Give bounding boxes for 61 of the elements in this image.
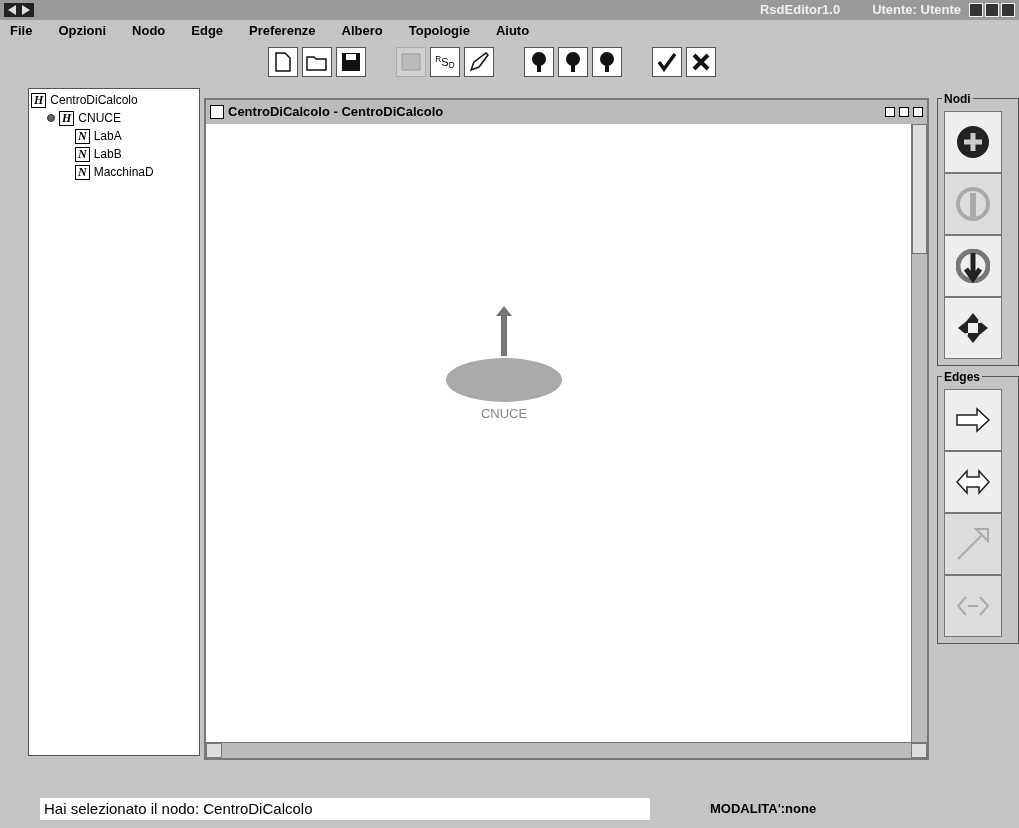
node-drawing[interactable] <box>444 304 564 404</box>
tool-button[interactable] <box>944 297 1002 359</box>
double-arrow-icon <box>955 469 991 495</box>
menu-item[interactable]: Nodo <box>132 21 166 41</box>
menu-item[interactable]: Aiuto <box>495 21 530 41</box>
cross-arrows-icon <box>956 311 990 345</box>
toolbar-button[interactable] <box>686 47 716 77</box>
right-arrow-icon <box>955 407 991 433</box>
menu-item[interactable]: Topologie <box>408 21 470 41</box>
tree-item[interactable]: MacchinaD <box>93 163 154 181</box>
node-type-icon: N <box>75 146 90 162</box>
expand-handle-icon[interactable] <box>47 114 55 122</box>
node-type-icon: N <box>75 164 90 180</box>
grid-icon <box>401 53 421 71</box>
tool-button[interactable] <box>944 451 1002 513</box>
toolbar-button[interactable] <box>464 47 494 77</box>
toolbar-button[interactable] <box>302 47 332 77</box>
menu-item[interactable]: Preferenze <box>249 21 316 41</box>
node-type-icon: N <box>75 128 90 144</box>
node-type-icon: H <box>59 110 75 126</box>
menu-item[interactable]: Edge <box>191 21 224 41</box>
pen-icon <box>468 51 490 73</box>
toolbar-button[interactable] <box>336 47 366 77</box>
toolbar-button[interactable] <box>592 47 622 77</box>
folder-icon <box>306 53 328 71</box>
close-button[interactable] <box>913 107 923 117</box>
menu-item[interactable]: File <box>10 21 33 41</box>
node-type-icon: H <box>31 92 47 108</box>
up-arrow-circle-icon <box>956 187 990 221</box>
toolbar-button[interactable] <box>268 47 298 77</box>
restore-button[interactable] <box>969 3 983 17</box>
mode-label: MODALITA':none <box>710 800 817 819</box>
toolbar-button[interactable]: $^{R}$S$_{D}$ <box>430 47 460 77</box>
new-file-icon <box>274 52 292 72</box>
tree-item[interactable]: LabA <box>93 127 122 145</box>
frame-title: CentroDiCalcolo - CentroDiCalcolo <box>228 103 444 122</box>
status-message: Hai selezionato il nodo: CentroDiCalcolo <box>40 797 650 821</box>
tree-item[interactable]: CentroDiCalcolo <box>50 91 138 109</box>
maximize-button[interactable] <box>899 107 909 117</box>
toolbar-button[interactable] <box>524 47 554 77</box>
menu-item[interactable]: Albero <box>341 21 383 41</box>
close-icon <box>691 52 711 72</box>
add-circle-icon <box>956 125 990 159</box>
vertical-scrollbar[interactable] <box>911 124 927 742</box>
checkmark-icon <box>656 51 678 73</box>
toolbar-button[interactable] <box>652 47 682 77</box>
window-title: RsdEditor1.0 <box>759 1 841 20</box>
tree-item[interactable]: CNUCE <box>78 109 121 127</box>
frame-icon <box>210 105 224 119</box>
node-label: CNUCE <box>480 405 528 423</box>
tool-button[interactable] <box>944 389 1002 451</box>
toolbar-button[interactable] <box>558 47 588 77</box>
horizontal-scrollbar[interactable] <box>206 742 927 758</box>
tree-item[interactable]: LabB <box>93 145 122 163</box>
user-label: Utente: Utente <box>872 1 961 20</box>
window-menu-icon[interactable] <box>4 3 34 17</box>
minimize-button[interactable] <box>885 107 895 117</box>
menu-item[interactable]: Opzioni <box>58 21 107 41</box>
floppy-icon <box>341 52 361 72</box>
tool-button[interactable] <box>944 111 1002 173</box>
tool-button[interactable] <box>944 235 1002 297</box>
